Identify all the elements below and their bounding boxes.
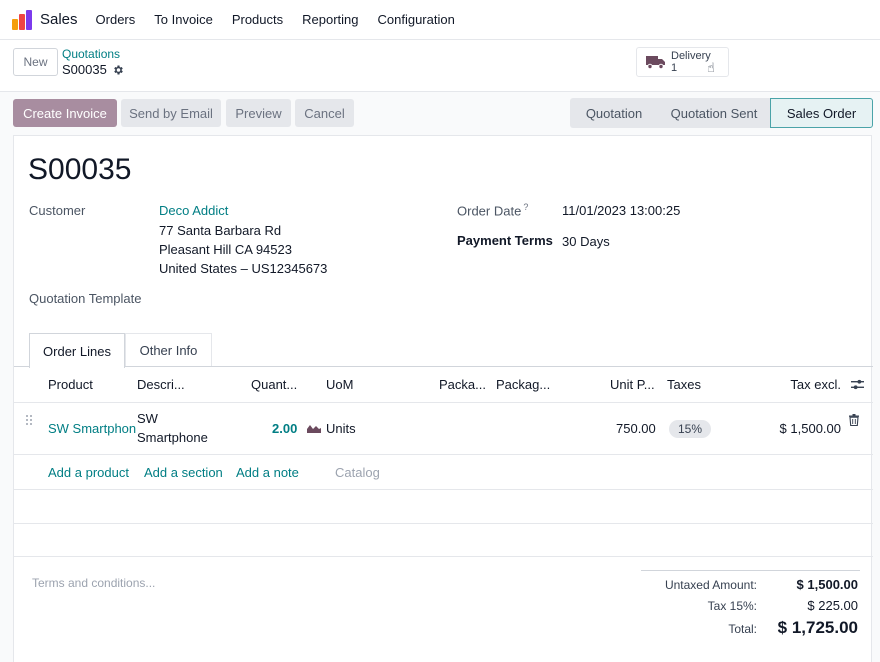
order-date-label-text: Order Date bbox=[457, 203, 522, 219]
control-panel: New Quotations S00035 Delivery 1 ☝ bbox=[0, 40, 880, 92]
payment-terms-value[interactable]: 30 Days bbox=[562, 234, 610, 249]
payment-terms-label: Payment Terms bbox=[457, 233, 553, 248]
trash-icon[interactable] bbox=[849, 414, 859, 426]
tab-order-lines[interactable]: Order Lines bbox=[29, 333, 125, 368]
line-unit-price[interactable]: 750.00 bbox=[616, 421, 656, 436]
record-title: S00035 bbox=[28, 153, 132, 186]
truck-icon bbox=[646, 56, 665, 70]
quotation-template-label: Quotation Template bbox=[29, 291, 142, 306]
line-quantity[interactable]: 2.00 bbox=[272, 421, 297, 436]
breadcrumb-current-label: S00035 bbox=[62, 62, 107, 77]
total-label: Total: bbox=[728, 622, 757, 636]
menu-reporting[interactable]: Reporting bbox=[302, 12, 358, 27]
cancel-button[interactable]: Cancel bbox=[295, 99, 354, 127]
col-packaging[interactable]: Packag... bbox=[496, 377, 550, 392]
line-description-1[interactable]: SW bbox=[137, 411, 158, 426]
order-date-label: Order Date? bbox=[457, 202, 528, 218]
col-taxes[interactable]: Taxes bbox=[667, 377, 701, 392]
gear-icon[interactable] bbox=[112, 64, 124, 76]
breadcrumb-quotations[interactable]: Quotations bbox=[62, 47, 120, 61]
order-lines-header: Product Descri... Quant... UoM Packa... … bbox=[14, 367, 873, 403]
add-product-link[interactable]: Add a product bbox=[48, 465, 129, 480]
tax-value: $ 225.00 bbox=[807, 598, 858, 613]
app-name[interactable]: Sales bbox=[40, 11, 78, 28]
add-line-row: Add a product Add a section Add a note C… bbox=[14, 455, 873, 490]
total-value: $ 1,725.00 bbox=[777, 618, 858, 637]
col-tax-excluded[interactable]: Tax excl. bbox=[790, 377, 841, 392]
preview-button[interactable]: Preview bbox=[226, 99, 291, 127]
footer-divider bbox=[14, 556, 873, 557]
totals-block: Untaxed Amount: $ 1,500.00 Tax 15%: $ 22… bbox=[641, 570, 860, 637]
send-by-email-button[interactable]: Send by Email bbox=[121, 99, 221, 127]
customer-link[interactable]: Deco Addict bbox=[159, 203, 228, 218]
line-product[interactable]: SW Smartphon bbox=[48, 421, 136, 436]
untaxed-amount-value: $ 1,500.00 bbox=[796, 577, 858, 592]
optional-columns-icon[interactable] bbox=[851, 378, 864, 391]
order-date-value[interactable]: 11/01/2023 13:00:25 bbox=[562, 203, 680, 218]
col-uom[interactable]: UoM bbox=[326, 377, 353, 392]
add-section-link[interactable]: Add a section bbox=[144, 465, 223, 480]
tab-other-info[interactable]: Other Info bbox=[125, 333, 212, 367]
col-unit-price[interactable]: Unit P... bbox=[610, 377, 655, 392]
catalog-button[interactable]: Catalog bbox=[335, 465, 380, 480]
table-row[interactable]: SW Smartphon SW Smartphone 2.00 Units 75… bbox=[14, 403, 873, 455]
customer-label: Customer bbox=[29, 203, 86, 218]
delivery-smart-button[interactable]: Delivery 1 bbox=[636, 47, 729, 77]
terms-input[interactable]: Terms and conditions... bbox=[32, 576, 155, 590]
line-subtotal: $ 1,500.00 bbox=[779, 421, 841, 436]
menu-configuration[interactable]: Configuration bbox=[378, 12, 455, 27]
line-description-2[interactable]: Smartphone bbox=[137, 430, 208, 445]
untaxed-amount-label: Untaxed Amount: bbox=[664, 578, 757, 592]
menu-to-invoice[interactable]: To Invoice bbox=[154, 12, 213, 27]
new-button[interactable]: New bbox=[13, 48, 58, 76]
help-icon[interactable]: ? bbox=[523, 202, 528, 212]
add-note-link[interactable]: Add a note bbox=[236, 465, 299, 480]
col-packaging-qty[interactable]: Packa... bbox=[439, 377, 486, 392]
col-product[interactable]: Product bbox=[48, 377, 93, 392]
breadcrumb-current: S00035 bbox=[62, 62, 124, 77]
tax-badge[interactable]: 15% bbox=[669, 420, 711, 438]
stage-statusbar: Quotation Quotation Sent Sales Order bbox=[570, 98, 873, 128]
drag-handle-icon[interactable] bbox=[25, 414, 33, 426]
menu-products[interactable]: Products bbox=[232, 12, 283, 27]
status-bar: Create Invoice Send by Email Preview Can… bbox=[0, 92, 880, 134]
line-uom[interactable]: Units bbox=[326, 421, 356, 436]
delivery-label: Delivery bbox=[671, 50, 711, 62]
tax-label: Tax 15%: bbox=[707, 599, 757, 613]
stage-quotation[interactable]: Quotation bbox=[570, 98, 658, 128]
pointer-cursor-icon: ☝ bbox=[707, 60, 715, 75]
col-quantity[interactable]: Quant... bbox=[251, 377, 297, 392]
empty-row bbox=[14, 524, 873, 558]
menu-orders[interactable]: Orders bbox=[96, 12, 136, 27]
col-description[interactable]: Descri... bbox=[137, 377, 185, 392]
stage-sales-order[interactable]: Sales Order bbox=[770, 98, 873, 128]
empty-row bbox=[14, 490, 873, 524]
create-invoice-button[interactable]: Create Invoice bbox=[13, 99, 117, 127]
top-navbar: Sales Orders To Invoice Products Reporti… bbox=[0, 0, 880, 40]
address-line-2: Pleasant Hill CA 94523 bbox=[159, 242, 292, 257]
forecast-chart-icon[interactable] bbox=[307, 423, 321, 433]
stage-quotation-sent[interactable]: Quotation Sent bbox=[658, 98, 770, 128]
address-line-3: United States – US12345673 bbox=[159, 261, 328, 276]
form-sheet: S00035 Customer Deco Addict 77 Santa Bar… bbox=[13, 135, 873, 662]
delivery-count: 1 bbox=[671, 62, 678, 74]
address-line-1: 77 Santa Barbara Rd bbox=[159, 223, 282, 238]
sales-app-icon[interactable] bbox=[12, 9, 32, 30]
